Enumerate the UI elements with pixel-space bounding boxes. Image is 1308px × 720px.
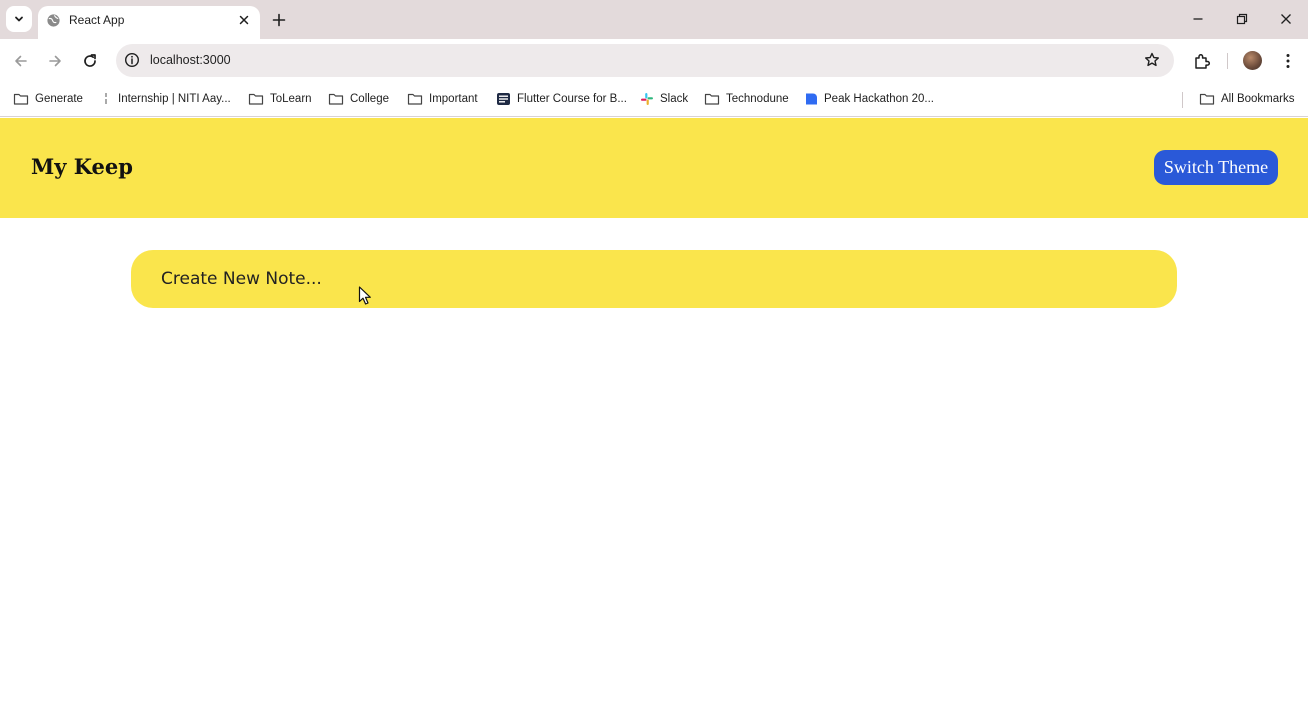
- folder-icon: [407, 93, 423, 105]
- bookmark-important[interactable]: Important: [407, 90, 478, 108]
- forward-arrow-icon[interactable]: [46, 52, 64, 70]
- bookmark-label: College: [350, 93, 389, 105]
- bookmark-label: Important: [429, 93, 478, 105]
- bookmark-college[interactable]: College: [328, 90, 389, 108]
- bookmark-label: Generate: [35, 93, 83, 105]
- url-text[interactable]: localhost:3000: [150, 53, 231, 67]
- bookmark-internship[interactable]: Internship | NITI Aay...: [100, 90, 231, 108]
- tab-search-button[interactable]: [6, 6, 32, 32]
- close-window-icon[interactable]: [1278, 11, 1294, 27]
- folder-icon: [248, 93, 264, 105]
- bookmark-label: Flutter Course for B...: [517, 93, 627, 105]
- globe-icon: [47, 14, 60, 27]
- switch-theme-button[interactable]: Switch Theme: [1154, 150, 1278, 185]
- course-favicon-icon: [497, 93, 510, 105]
- bookmark-label: Technodune: [726, 93, 789, 105]
- app-title: My Keep: [31, 154, 133, 179]
- site-info-icon[interactable]: [123, 51, 141, 69]
- bookmark-flutter-course[interactable]: Flutter Course for B...: [496, 90, 627, 108]
- all-bookmarks[interactable]: All Bookmarks: [1199, 90, 1295, 108]
- app-header: My Keep Switch Theme: [0, 118, 1308, 218]
- tab-title: React App: [69, 13, 125, 27]
- toolbar-divider: [1227, 53, 1228, 69]
- bookmark-slack[interactable]: Slack: [640, 90, 688, 108]
- bookmark-label: Peak Hackathon 20...: [824, 93, 934, 105]
- profile-avatar[interactable]: [1243, 51, 1262, 70]
- bookmarks-bar: Generate Internship | NITI Aay... ToLear…: [0, 83, 1308, 117]
- bookmark-label: Internship | NITI Aay...: [118, 93, 231, 105]
- folder-icon: [13, 93, 29, 105]
- slack-icon: [641, 93, 653, 105]
- folder-icon: [1199, 93, 1215, 105]
- reload-icon[interactable]: [81, 52, 99, 70]
- bookmark-technodune[interactable]: Technodune: [704, 90, 789, 108]
- tab-strip: React App: [0, 0, 1308, 39]
- bookmark-peak-hackathon[interactable]: Peak Hackathon 20...: [804, 90, 934, 108]
- extensions-puzzle-icon[interactable]: [1192, 51, 1212, 71]
- hackathon-favicon-icon: [806, 93, 817, 105]
- browser-toolbar: localhost:3000: [0, 39, 1308, 83]
- address-bar[interactable]: localhost:3000: [116, 44, 1174, 77]
- restore-icon[interactable]: [1234, 11, 1250, 27]
- bookmark-label: Slack: [660, 93, 689, 105]
- bookmark-tolearn[interactable]: ToLearn: [248, 90, 312, 108]
- mouse-cursor-icon: [358, 286, 371, 305]
- chevron-down-icon: [15, 16, 23, 22]
- create-note-input[interactable]: [131, 250, 1177, 308]
- close-icon[interactable]: [237, 13, 251, 27]
- browser-tab-react-app[interactable]: React App: [38, 6, 260, 39]
- new-tab-plus-icon[interactable]: [270, 11, 288, 29]
- folder-icon: [328, 93, 344, 105]
- bookmark-star-icon[interactable]: [1143, 51, 1161, 69]
- bookmarks-divider: [1182, 92, 1183, 108]
- minimize-icon[interactable]: [1190, 11, 1206, 27]
- bookmark-favicon-icon: [105, 93, 107, 104]
- kebab-menu-icon[interactable]: [1278, 51, 1298, 71]
- bookmark-label: ToLearn: [270, 93, 312, 105]
- back-arrow-icon[interactable]: [12, 52, 30, 70]
- bookmark-generate[interactable]: Generate: [13, 90, 83, 108]
- folder-icon: [704, 93, 720, 105]
- all-bookmarks-label: All Bookmarks: [1221, 93, 1295, 105]
